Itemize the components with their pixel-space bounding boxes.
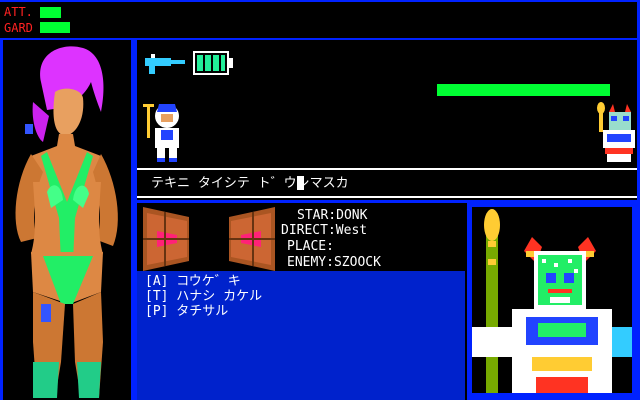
command-talk[interactable]: [T] ハナシ カケル [145, 290, 262, 303]
battle-scene [137, 44, 635, 168]
info-direct: DIRECT:West [281, 223, 368, 238]
command-attack[interactable]: [A] コウケ゛キ [145, 275, 241, 288]
enemy-portrait-art [472, 209, 632, 393]
gard-label: GARD [4, 21, 33, 35]
battery-icon [193, 51, 233, 75]
heroine-figure [15, 46, 118, 398]
heroine-portrait [0, 40, 134, 400]
att-label: ATT. [4, 5, 33, 19]
info-place: PLACE: [287, 239, 334, 254]
info-star: STAR:DONK [297, 208, 368, 223]
att-gauge [40, 7, 61, 18]
text-cursor [297, 176, 304, 190]
enemy-portrait [472, 207, 632, 393]
lower-info-panel: STAR:DONK DIRECT:West PLACE: ENEMY:SZOOC… [137, 203, 467, 400]
command-leave[interactable]: [P] タチサル [145, 305, 228, 318]
command-menu: [A] コウケ゛キ [T] ハナシ カケル [P] タチサル [137, 271, 465, 400]
enemy-hp-bar [437, 84, 610, 96]
dialog-message: テキニ タイシテ ト゛ウシマスカ [151, 176, 349, 191]
info-enemy: ENEMY:SZOOCK [287, 255, 381, 270]
gard-gauge [40, 22, 70, 33]
dialog-line: テキニ タイシテ ト゛ウシマスカ [137, 170, 637, 196]
hero-sprite [143, 104, 179, 162]
status-bar: ATT. GARD [0, 0, 640, 400]
top-frame-right [0, 0, 640, 2]
blaster-gun-icon [145, 54, 185, 74]
corridor-view [143, 207, 275, 271]
enemy-sprite [597, 102, 635, 162]
dialog-frame-bottom [137, 196, 637, 198]
